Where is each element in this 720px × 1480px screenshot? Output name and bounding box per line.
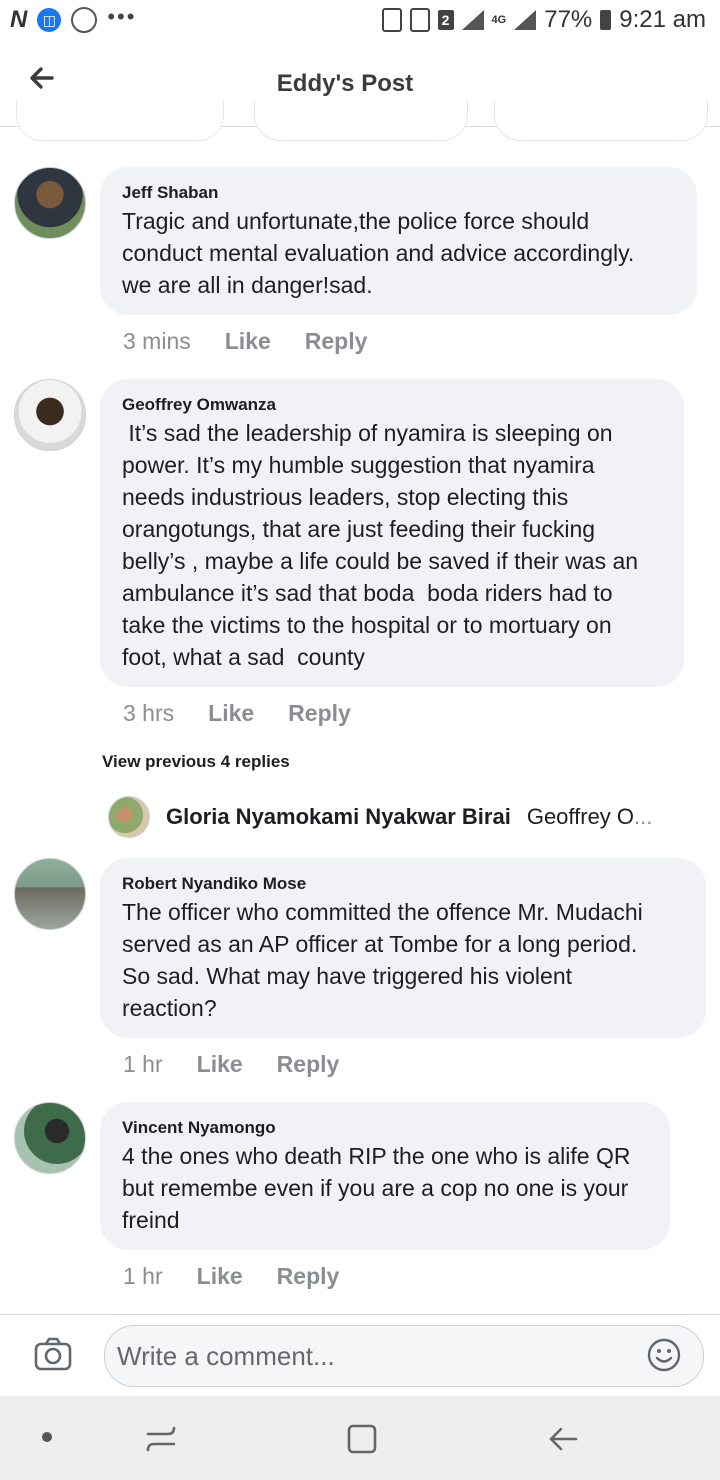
recycle-icon: [381, 8, 402, 32]
comment-author[interactable]: Robert Nyandiko Mose: [122, 874, 306, 894]
comment-composer: Write a comment...: [0, 1314, 720, 1397]
reaction-pill[interactable]: [16, 100, 224, 141]
like-button[interactable]: Like: [197, 1051, 243, 1078]
comment-bubble[interactable]: Robert Nyandiko Mose The officer who com…: [100, 858, 706, 1038]
reply-button[interactable]: Reply: [277, 1263, 340, 1290]
signal-icon-2: [514, 10, 537, 30]
system-nav-bar: [0, 1396, 720, 1480]
comment-actions: 3 hrs Like Reply: [123, 700, 351, 727]
comment-text: 4 the ones who death RIP the one who is …: [122, 1143, 631, 1233]
home-icon[interactable]: [345, 1422, 379, 1456]
reply-ellipsis: ...: [634, 804, 653, 829]
comment-text: Tragic and unfortunate,the police force …: [122, 208, 635, 298]
comment-input[interactable]: Write a comment...: [104, 1325, 704, 1387]
comment-author[interactable]: Jeff Shaban: [122, 183, 218, 203]
view-previous-replies-link[interactable]: View previous 4 replies: [102, 752, 290, 772]
comment-time: 1 hr: [123, 1263, 163, 1289]
comment-time: 3 hrs: [123, 700, 175, 726]
comment-time: 3 mins: [123, 328, 191, 354]
avatar[interactable]: [14, 858, 86, 930]
whatsapp-icon: [71, 7, 98, 33]
reply-button[interactable]: Reply: [288, 700, 351, 727]
comment-actions: 1 hr Like Reply: [123, 1051, 339, 1078]
comment-text: It’s sad the leadership of nyamira is sl…: [122, 420, 639, 670]
alert-icon: [409, 8, 430, 32]
latest-reply-preview[interactable]: Gloria Nyamokami Nyakwar Birai Geoffrey …: [108, 796, 652, 838]
avatar[interactable]: [14, 1102, 86, 1174]
status-bar: N ◫ ••• 2 4G 77% 9:21 am: [0, 0, 720, 44]
sim-badge: 2: [437, 10, 454, 30]
comment-actions: 1 hr Like Reply: [123, 1263, 339, 1290]
status-left-icons: N ◫ •••: [10, 4, 137, 34]
comment-bubble[interactable]: Vincent Nyamongo 4 the ones who death RI…: [100, 1102, 670, 1250]
like-button[interactable]: Like: [208, 700, 254, 727]
battery-percent: 77%: [544, 6, 593, 33]
like-button[interactable]: Like: [197, 1263, 243, 1290]
nav-dot-icon[interactable]: [42, 1432, 52, 1442]
reply-button[interactable]: Reply: [305, 328, 368, 355]
reaction-pill[interactable]: [494, 100, 708, 141]
comment-bubble[interactable]: Geoffrey Omwanza It’s sad the leadership…: [100, 379, 684, 687]
reply-button[interactable]: Reply: [277, 1051, 340, 1078]
comment-author[interactable]: Vincent Nyamongo: [122, 1118, 276, 1138]
comment-author[interactable]: Geoffrey Omwanza: [122, 395, 276, 415]
avatar[interactable]: [14, 167, 86, 239]
clock: 9:21 am: [619, 6, 706, 33]
page-title: Eddy's Post: [276, 70, 414, 97]
reply-author[interactable]: Gloria Nyamokami Nyakwar Birai: [166, 804, 511, 830]
comment-actions: 3 mins Like Reply: [123, 328, 367, 355]
reaction-pill[interactable]: [254, 100, 468, 141]
camera-icon[interactable]: [34, 1337, 72, 1371]
battery-icon: [600, 10, 612, 30]
app-badge-icon: ◫: [37, 8, 62, 32]
avatar[interactable]: [108, 796, 150, 838]
status-right-icons: 2 4G 77% 9:21 am: [381, 6, 706, 34]
avatar[interactable]: [14, 379, 86, 451]
reply-preview-text: Geoffrey O...: [527, 804, 653, 830]
comment-text: The officer who committed the offence Mr…: [122, 899, 643, 1021]
more-dots-icon: •••: [107, 4, 137, 29]
reply-preview-snippet: Geoffrey O: [526, 804, 635, 829]
recent-apps-icon[interactable]: [144, 1422, 178, 1456]
like-button[interactable]: Like: [225, 328, 271, 355]
n-icon: N: [10, 6, 28, 33]
back-icon[interactable]: [546, 1422, 580, 1456]
signal-icon: [461, 10, 484, 30]
network-label: 4G: [491, 14, 507, 26]
comment-bubble[interactable]: Jeff Shaban Tragic and unfortunate,the p…: [100, 167, 697, 315]
emoji-icon[interactable]: [647, 1338, 681, 1372]
comment-input-placeholder: Write a comment...: [117, 1341, 335, 1371]
comment-time: 1 hr: [123, 1051, 163, 1077]
